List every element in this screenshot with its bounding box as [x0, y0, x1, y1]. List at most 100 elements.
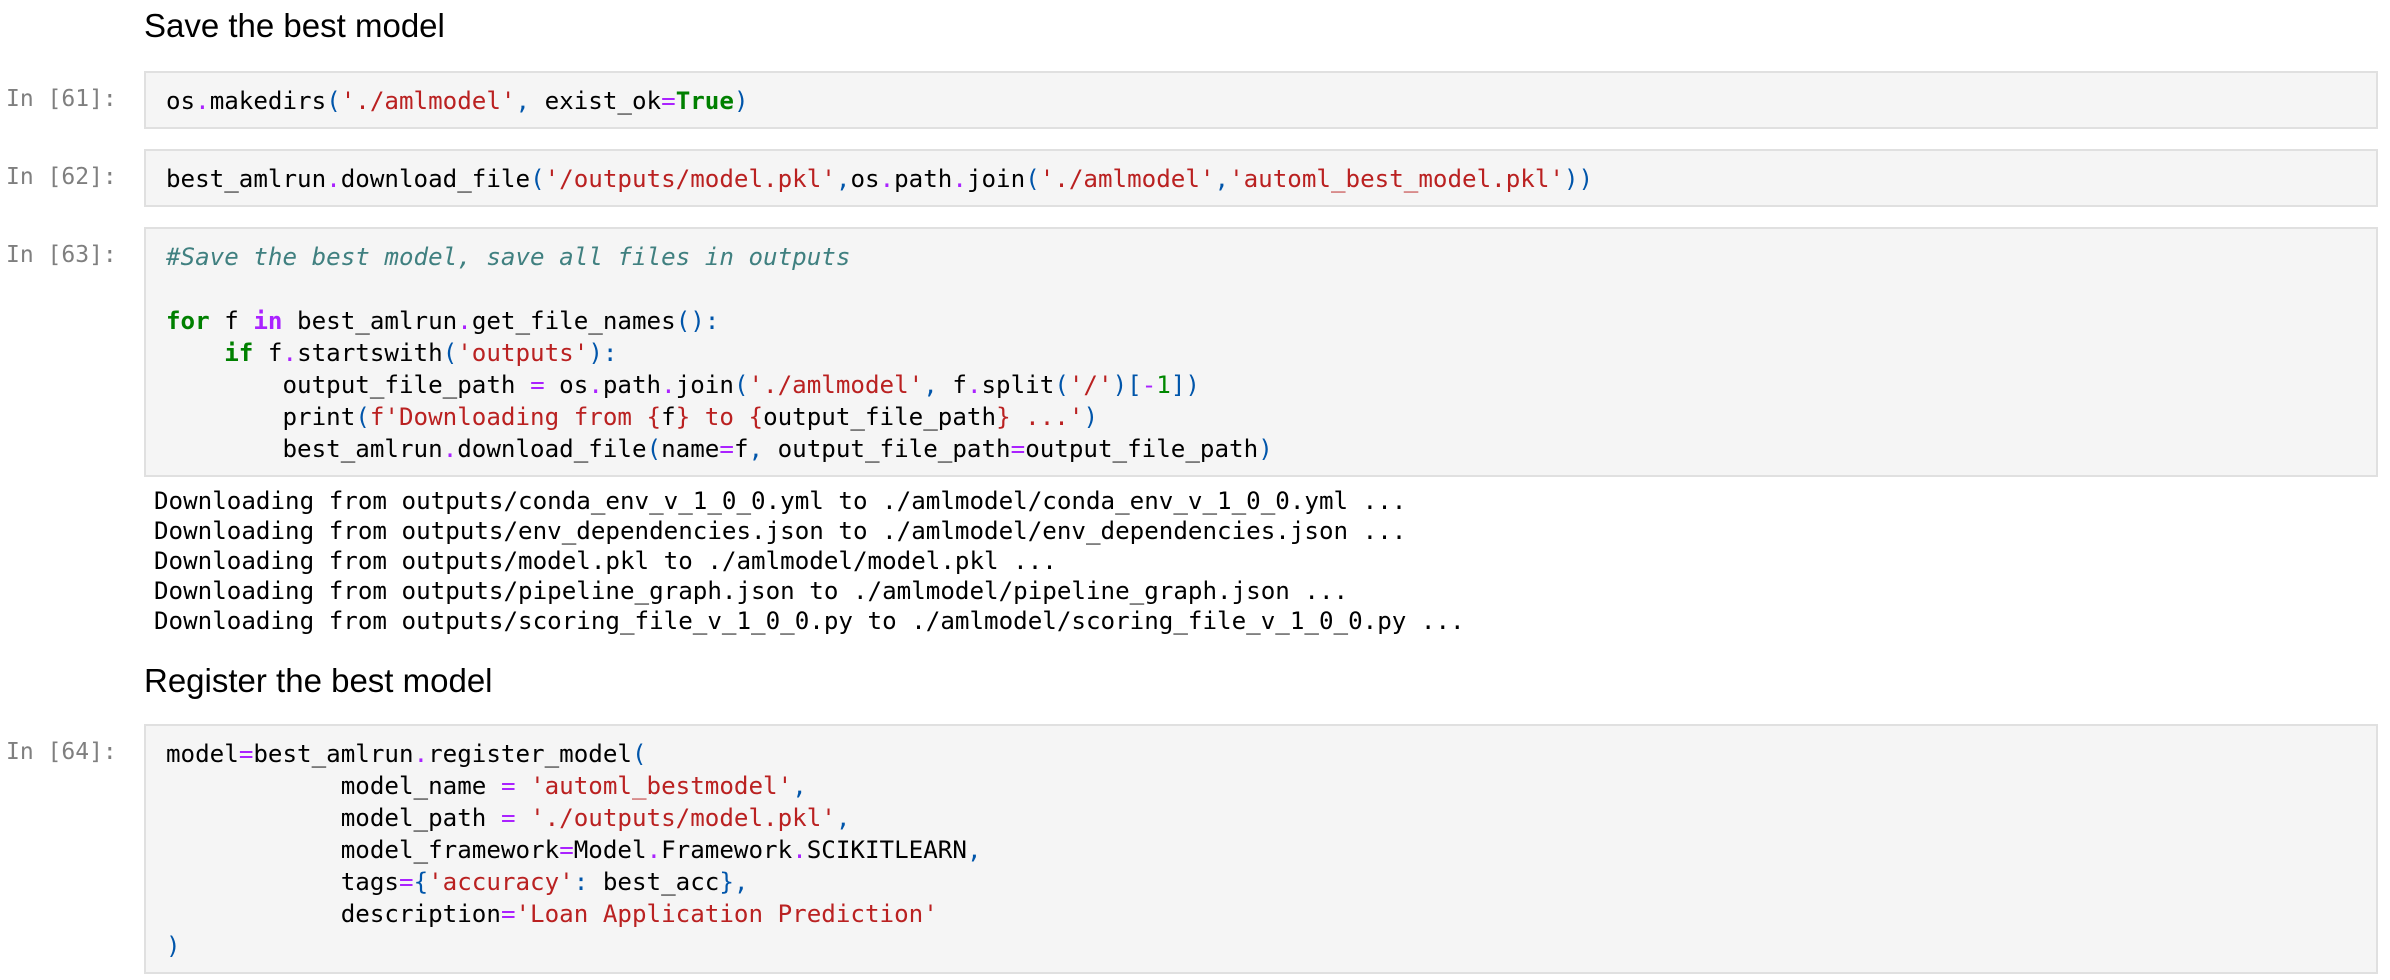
- code-token: .: [588, 371, 603, 399]
- code-token: SCIKITLEARN: [806, 836, 967, 864]
- code-token: exist_ok: [530, 87, 662, 115]
- code-token: f: [209, 307, 254, 335]
- cell-prompt-63: In [63]:: [6, 242, 117, 268]
- code-token: output_file_path: [1025, 435, 1259, 463]
- code-token: .: [442, 435, 458, 463]
- code-token: :: [573, 868, 589, 896]
- code-line: if f.startswith('outputs'):: [166, 337, 1273, 369]
- code-token: .: [413, 740, 429, 768]
- code-token: 'automl_bestmodel': [530, 772, 793, 800]
- code-line: os.makedirs('./amlmodel', exist_ok=True): [166, 85, 749, 117]
- code-editor-63[interactable]: #Save the best model, save all files in …: [166, 241, 1273, 465]
- code-token: =: [500, 900, 516, 928]
- code-token: output_file_path: [166, 371, 531, 399]
- code-token: join: [966, 165, 1026, 193]
- code-line: output_file_path = os.path.join('./amlmo…: [166, 369, 1273, 401]
- code-token: ): [166, 932, 181, 960]
- cell-output-63: Downloading from outputs/conda_env_v_1_0…: [154, 486, 1465, 636]
- code-token: best_amlrun: [282, 307, 458, 335]
- code-token: Framework: [661, 836, 793, 864]
- code-token: os: [166, 87, 196, 115]
- code-token: ,: [748, 435, 764, 463]
- code-line: model_path = './outputs/model.pkl',: [166, 802, 982, 834]
- code-token: for: [166, 307, 210, 335]
- code-token: .: [879, 165, 895, 193]
- code-token: True: [675, 87, 734, 115]
- code-token: =: [238, 740, 254, 768]
- code-token: =: [1010, 435, 1026, 463]
- code-token: ): [1258, 435, 1273, 463]
- code-token: ():: [675, 307, 720, 335]
- code-token: =: [661, 87, 676, 115]
- code-cell-62[interactable]: best_amlrun.download_file('/outputs/mode…: [144, 149, 2378, 207]
- code-token: f: [733, 435, 749, 463]
- code-token: } ...': [996, 403, 1084, 431]
- code-token: description: [166, 900, 501, 928]
- code-token: tags: [166, 868, 399, 896]
- code-token: './amlmodel': [340, 87, 516, 115]
- code-line: description='Loan Application Prediction…: [166, 898, 982, 930]
- code-token: output_file_path: [763, 403, 997, 431]
- code-cell-64[interactable]: model=best_amlrun.register_model( model_…: [144, 724, 2378, 974]
- code-token: os: [544, 371, 589, 399]
- code-token: best_amlrun: [253, 740, 414, 768]
- code-editor-64[interactable]: model=best_amlrun.register_model( model_…: [166, 738, 982, 962]
- code-cell-61[interactable]: os.makedirs('./amlmodel', exist_ok=True): [144, 71, 2378, 129]
- code-cell-63[interactable]: #Save the best model, save all files in …: [144, 227, 2378, 477]
- code-token: (: [530, 165, 545, 193]
- code-token: makedirs: [209, 87, 327, 115]
- code-token: get_file_names: [471, 307, 676, 335]
- code-editor-61[interactable]: os.makedirs('./amlmodel', exist_ok=True): [166, 85, 749, 117]
- code-token: path: [894, 165, 953, 193]
- output-line: Downloading from outputs/conda_env_v_1_0…: [154, 487, 1407, 515]
- code-line: for f in best_amlrun.get_file_names():: [166, 305, 1273, 337]
- code-token: .: [966, 371, 982, 399]
- code-token: ): [733, 87, 749, 115]
- code-line: ): [166, 930, 982, 962]
- code-token: .: [646, 836, 662, 864]
- code-token: download_file: [457, 435, 647, 463]
- code-token: best_amlrun: [166, 435, 443, 463]
- code-line: print(f'Downloading from {f} to {output_…: [166, 401, 1273, 433]
- code-line: best_amlrun.download_file('/outputs/mode…: [166, 163, 1593, 195]
- output-line: Downloading from outputs/pipeline_graph.…: [154, 577, 1349, 605]
- code-editor-62[interactable]: best_amlrun.download_file('/outputs/mode…: [166, 163, 1593, 195]
- code-token: f: [253, 339, 283, 367]
- code-token: ,: [966, 836, 982, 864]
- code-token: f: [661, 403, 676, 431]
- code-token: './outputs/model.pkl': [530, 804, 836, 832]
- code-token: ,: [1214, 165, 1230, 193]
- code-token: Model: [573, 836, 647, 864]
- code-token: -: [1141, 371, 1157, 399]
- code-token: =: [399, 868, 414, 896]
- code-token: =: [559, 836, 574, 864]
- code-token: path: [602, 371, 662, 399]
- code-token: ,: [792, 772, 807, 800]
- code-token: name: [661, 435, 720, 463]
- code-token: startswith: [297, 339, 443, 367]
- code-token: best_acc: [588, 868, 720, 896]
- section-heading-save: Save the best model: [144, 7, 445, 44]
- code-token: =: [719, 435, 734, 463]
- code-token: (: [733, 371, 749, 399]
- code-token: (: [442, 339, 458, 367]
- code-token: (: [326, 87, 341, 115]
- cell-prompt-61: In [61]:: [6, 86, 117, 112]
- code-line: model_name = 'automl_bestmodel',: [166, 770, 982, 802]
- code-token: #Save the best model, save all files in …: [166, 243, 851, 271]
- code-token: in: [253, 307, 283, 335]
- code-token: './amlmodel': [748, 371, 924, 399]
- code-token: {: [413, 868, 429, 896]
- code-token: )[: [1112, 371, 1142, 399]
- code-token: =: [530, 371, 545, 399]
- code-token: =: [500, 772, 516, 800]
- code-token: split: [981, 371, 1055, 399]
- code-token: model_path: [166, 804, 501, 832]
- code-token: (: [355, 403, 370, 431]
- code-token: ]): [1170, 371, 1200, 399]
- code-token: ,: [923, 371, 938, 399]
- code-token: download_file: [340, 165, 531, 193]
- code-line: best_amlrun.download_file(name=f, output…: [166, 433, 1273, 465]
